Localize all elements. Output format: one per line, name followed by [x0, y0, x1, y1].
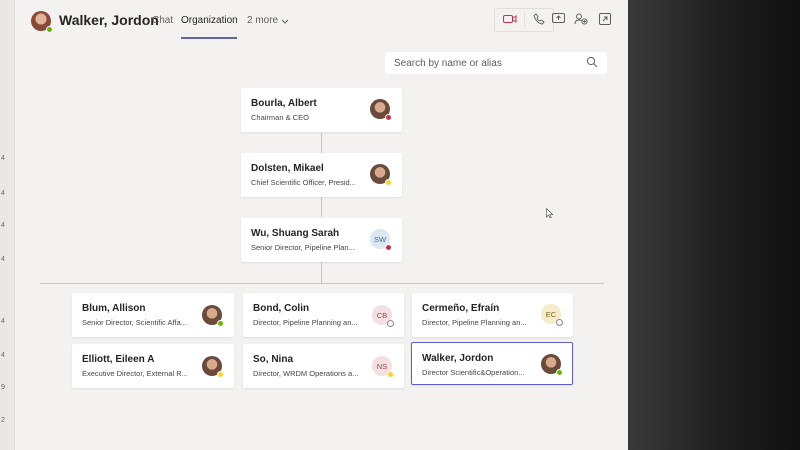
- tab-more[interactable]: 2 more: [247, 15, 289, 26]
- search-input[interactable]: Search by name or alias: [385, 52, 607, 74]
- avatar-initials: CB: [376, 310, 388, 320]
- connector-line: [321, 262, 322, 283]
- org-card-manager[interactable]: Dolsten, Mikael Chief Scientific Officer…: [241, 153, 402, 197]
- teams-window: 4 4 4 4 4 4 9 2 Walker, Jordon Chat Orga…: [0, 0, 628, 450]
- connector-line: [321, 197, 322, 217]
- presence-busy-icon: [385, 114, 392, 121]
- tab-organization[interactable]: Organization: [181, 15, 238, 26]
- presence-busy-icon: [385, 244, 392, 251]
- presence-away-icon: [387, 371, 394, 378]
- person-name: Elliott, Eileen A: [82, 354, 155, 365]
- presence-available-icon: [217, 320, 224, 327]
- org-card-peer[interactable]: So, Nina Director, WRDM Operations a... …: [243, 344, 404, 388]
- person-title: Director, Pipeline Planning an...: [422, 318, 527, 327]
- rail-number: 9: [1, 384, 5, 391]
- search-placeholder: Search by name or alias: [394, 58, 502, 69]
- mouse-cursor-icon: [546, 208, 554, 219]
- person-name: Blum, Allison: [82, 303, 146, 314]
- left-rail: 4 4 4 4 4 4 9 2: [0, 0, 15, 450]
- search-icon: [586, 56, 598, 68]
- person-name: Wu, Shuang Sarah: [251, 228, 340, 239]
- person-name: Bourla, Albert: [251, 98, 317, 109]
- org-card-peer[interactable]: Cermeño, Efraín Director, Pipeline Plann…: [412, 293, 573, 337]
- person-name: Dolsten, Mikael: [251, 163, 324, 174]
- person-title: Executive Director, External R...: [82, 369, 188, 378]
- pop-out-button[interactable]: [594, 9, 616, 29]
- share-screen-icon: [551, 13, 565, 23]
- rail-number: 4: [1, 155, 5, 162]
- rail-number: 2: [1, 417, 5, 424]
- avatar: [370, 164, 392, 186]
- presence-offline-icon: [387, 320, 394, 327]
- person-title: Director Scientific&Operation...: [422, 368, 525, 377]
- chevron-down-icon: [281, 19, 289, 24]
- person-name: Bond, Colin: [253, 303, 310, 314]
- audio-call-icon: [533, 13, 545, 25]
- rail-number: 4: [1, 222, 5, 229]
- person-title: Director, Pipeline Planning an...: [253, 318, 358, 327]
- add-people-icon: [574, 13, 588, 25]
- video-call-button[interactable]: [499, 9, 521, 29]
- avatar: [202, 305, 224, 327]
- person-title: Director, WRDM Operations a...: [253, 369, 359, 378]
- connector-line: [321, 133, 322, 153]
- avatar: NS: [372, 356, 394, 378]
- avatar: [202, 356, 224, 378]
- avatar[interactable]: [31, 11, 53, 33]
- person-name: Cermeño, Efraín: [422, 303, 500, 314]
- tab-chat[interactable]: Chat: [152, 15, 173, 26]
- rail-number: 4: [1, 256, 5, 263]
- presence-offline-icon: [556, 319, 563, 326]
- call-button-group: [494, 8, 554, 32]
- rail-number: 4: [1, 318, 5, 325]
- page-title: Walker, Jordon: [59, 12, 159, 28]
- person-title: Chief Scientific Officer, Presid...: [251, 178, 356, 187]
- avatar: CB: [372, 305, 394, 327]
- person-title: Senior Director, Pipeline Plan...: [251, 243, 355, 252]
- background-outside-window: [628, 0, 800, 450]
- rail-number: 4: [1, 190, 5, 197]
- avatar: [370, 99, 392, 121]
- person-name: Walker, Jordon: [422, 353, 494, 364]
- add-people-button[interactable]: [570, 9, 592, 29]
- org-card-peer[interactable]: Blum, Allison Senior Director, Scientifi…: [72, 293, 234, 337]
- rail-number: 4: [1, 352, 5, 359]
- person-title: Chairman & CEO: [251, 113, 309, 122]
- org-card-peer[interactable]: Elliott, Eileen A Executive Director, Ex…: [72, 344, 234, 388]
- tab-more-label: 2 more: [247, 15, 279, 26]
- avatar: [541, 354, 563, 376]
- org-card-manager[interactable]: Bourla, Albert Chairman & CEO: [241, 88, 402, 132]
- avatar-initials: NS: [376, 361, 388, 371]
- chat-header: Walker, Jordon Chat Organization 2 more: [14, 0, 628, 42]
- org-card-selected[interactable]: Walker, Jordon Director Scientific&Opera…: [411, 342, 573, 385]
- divider: [524, 12, 525, 27]
- avatar-initials: EC: [545, 309, 557, 319]
- presence-away-icon: [385, 179, 392, 186]
- avatar-initials: SW: [373, 234, 387, 244]
- presence-away-icon: [217, 371, 224, 378]
- presence-available-icon: [46, 26, 53, 33]
- org-card-peer[interactable]: Bond, Colin Director, Pipeline Planning …: [243, 293, 404, 337]
- org-card-manager[interactable]: Wu, Shuang Sarah Senior Director, Pipeli…: [241, 218, 402, 262]
- active-tab-indicator: [181, 37, 237, 39]
- avatar: EC: [541, 304, 563, 326]
- video-call-icon: [503, 15, 517, 23]
- presence-available-icon: [556, 369, 563, 376]
- avatar: SW: [370, 229, 392, 251]
- share-screen-button[interactable]: [547, 9, 569, 29]
- person-name: So, Nina: [253, 354, 294, 365]
- pop-out-icon: [599, 13, 611, 25]
- person-title: Senior Director, Scientific Affa...: [82, 318, 187, 327]
- separator-line: [40, 283, 604, 284]
